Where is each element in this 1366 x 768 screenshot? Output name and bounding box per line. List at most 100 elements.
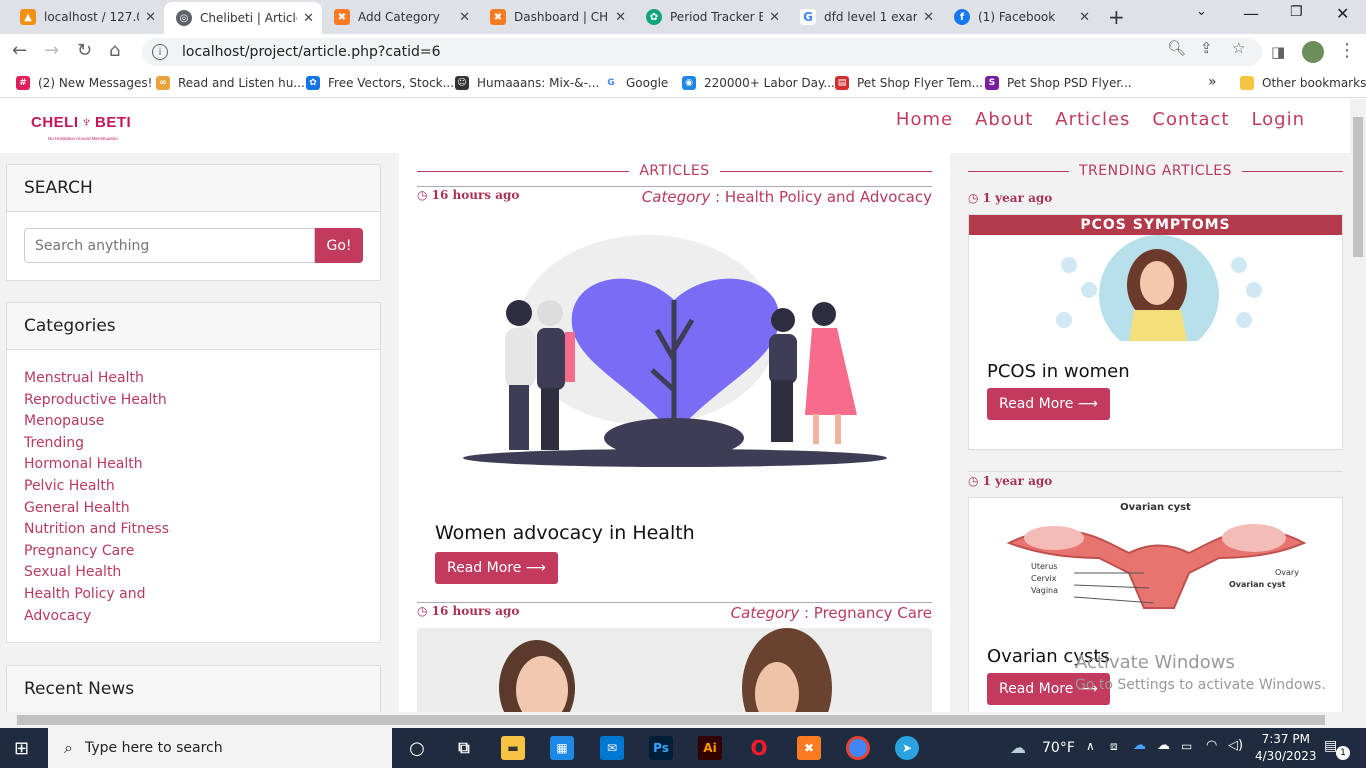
- category-link[interactable]: General Health: [24, 498, 363, 520]
- back-icon[interactable]: ←: [12, 40, 27, 61]
- bookmark-item[interactable]: ◉ 220000+ Labor Day...: [682, 76, 835, 90]
- profile-avatar[interactable]: [1302, 41, 1324, 63]
- tab-phpmyadmin[interactable]: ▲ localhost / 127.0.0 ✕: [8, 0, 164, 34]
- taskbar-search[interactable]: ⌕ Type here to search: [48, 728, 392, 768]
- category-link[interactable]: Pregnancy Care: [24, 541, 363, 563]
- tab-search-icon[interactable]: ⌄: [1196, 4, 1207, 19]
- store-icon[interactable]: ▦: [550, 736, 574, 760]
- scroll-thumb[interactable]: [17, 715, 1325, 725]
- cortana-icon[interactable]: ○: [405, 736, 429, 760]
- category-link[interactable]: Nutrition and Fitness: [24, 519, 363, 541]
- restore-icon[interactable]: ❐: [1290, 4, 1303, 20]
- ovarian-cyst-image[interactable]: Ovarian cyst Uterus Cervix Vagina Ovary …: [969, 498, 1342, 628]
- article-meta: ◷ 16 hours ago Category : Pregnancy Care: [417, 602, 932, 622]
- search-icon: ⌕: [64, 738, 73, 757]
- minimize-icon[interactable]: —: [1243, 4, 1259, 23]
- pcos-image[interactable]: PCOS SYMPTOMS: [969, 215, 1342, 355]
- bookmark-item[interactable]: G Google: [604, 76, 668, 90]
- close-icon[interactable]: ✕: [303, 11, 314, 26]
- category-link[interactable]: Hormonal Health: [24, 454, 363, 476]
- article-image[interactable]: [417, 210, 932, 510]
- horizontal-scrollbar[interactable]: [0, 712, 1366, 728]
- battery-icon[interactable]: ▭: [1181, 739, 1192, 753]
- nav-about[interactable]: About: [975, 109, 1033, 130]
- star-icon[interactable]: ☆: [1232, 39, 1245, 57]
- google-icon: G: [800, 9, 816, 25]
- bookmark-item[interactable]: ∞ Read and Listen hu...: [156, 76, 305, 90]
- read-more-button[interactable]: Read More ⟶: [435, 552, 558, 584]
- photoshop-icon[interactable]: Ps: [649, 736, 673, 760]
- category-link[interactable]: Health Policy and Advocacy: [24, 584, 164, 627]
- file-explorer-icon[interactable]: ▬: [501, 736, 525, 760]
- tab-facebook[interactable]: f (1) Facebook ✕: [942, 0, 1098, 34]
- info-icon[interactable]: i: [152, 44, 168, 60]
- nav-home[interactable]: Home: [896, 109, 953, 130]
- telegram-icon[interactable]: ➤: [895, 736, 919, 760]
- task-view-icon[interactable]: ⧉: [452, 736, 476, 760]
- bookmark-item[interactable]: ▤ Pet Shop Flyer Tem...: [835, 76, 983, 90]
- tab-period-tracker[interactable]: ✿ Period Tracker ER ✕: [634, 0, 788, 34]
- nav-contact[interactable]: Contact: [1152, 109, 1229, 130]
- category-link[interactable]: Pelvic Health: [24, 476, 363, 498]
- windows-start-icon[interactable]: ⊞: [14, 738, 29, 759]
- menu-icon[interactable]: ⋮: [1338, 40, 1356, 61]
- weather-temp[interactable]: 70°F: [1042, 740, 1075, 756]
- close-icon[interactable]: ✕: [1079, 10, 1090, 25]
- close-icon[interactable]: ✕: [923, 10, 934, 25]
- tab-add-category[interactable]: ✖ Add Category ✕: [322, 0, 478, 34]
- category-link[interactable]: Reproductive Health: [24, 390, 363, 412]
- illustrator-icon[interactable]: Ai: [698, 736, 722, 760]
- go-button[interactable]: Go!: [315, 228, 363, 263]
- tab-dashboard[interactable]: ✖ Dashboard | CHELIBETI ✕: [478, 0, 634, 34]
- tab-chelibeti[interactable]: ◎ Chelibeti | Articles ✕: [164, 2, 322, 34]
- trending-title[interactable]: PCOS in women: [987, 361, 1324, 382]
- system-clock[interactable]: 7:37 PM 4/30/2023: [1255, 731, 1317, 765]
- bookmark-item[interactable]: S Pet Shop PSD Flyer...: [985, 76, 1132, 90]
- nav-articles[interactable]: Articles: [1055, 109, 1130, 130]
- google-icon: G: [604, 76, 618, 90]
- humaaans-icon: ☺: [455, 76, 469, 90]
- new-tab-icon[interactable]: +: [1108, 5, 1125, 29]
- close-icon[interactable]: ✕: [459, 10, 470, 25]
- chevron-up-icon[interactable]: ∧: [1086, 739, 1095, 753]
- forward-icon[interactable]: →: [44, 40, 59, 61]
- bookmark-item[interactable]: ✿ Free Vectors, Stock...: [306, 76, 454, 90]
- articles-column: ARTICLES ◷ 16 hours ago Category : Healt…: [417, 153, 932, 712]
- zoom-icon[interactable]: 🔍︎: [1167, 39, 1186, 57]
- tray-icon[interactable]: ⧈: [1110, 739, 1118, 754]
- close-icon[interactable]: ✕: [615, 10, 626, 25]
- site-logo[interactable]: CHELI ♆ BETI: [31, 114, 131, 132]
- chrome-icon[interactable]: [846, 736, 870, 760]
- read-more-button[interactable]: Read More ⟶: [987, 388, 1110, 420]
- category-link[interactable]: Menstrual Health: [24, 368, 363, 390]
- mail-icon[interactable]: ✉: [600, 736, 624, 760]
- wifi-icon[interactable]: ◠: [1206, 738, 1217, 753]
- category-link[interactable]: Trending: [24, 433, 363, 455]
- onedrive-icon[interactable]: ☁: [1133, 738, 1146, 753]
- bookmark-item[interactable]: # (2) New Messages!: [16, 76, 152, 90]
- article-image[interactable]: [417, 628, 932, 712]
- close-icon[interactable]: ✕: [769, 10, 780, 25]
- bookmark-item[interactable]: ☺ Humaaans: Mix-&-...: [455, 76, 599, 90]
- close-window-icon[interactable]: ✕: [1336, 4, 1349, 23]
- nav-login[interactable]: Login: [1251, 109, 1305, 130]
- other-bookmarks[interactable]: Other bookmarks: [1240, 76, 1366, 90]
- home-icon[interactable]: ⌂: [109, 40, 120, 61]
- article-title[interactable]: Women advocacy in Health: [435, 522, 932, 544]
- onedrive-personal-icon[interactable]: ☁: [1157, 738, 1170, 753]
- opera-icon[interactable]: O: [747, 736, 771, 760]
- address-bar[interactable]: i localhost/project/article.php?catid=6: [142, 38, 1262, 66]
- category-link[interactable]: Menopause: [24, 411, 363, 433]
- category-link[interactable]: Sexual Health: [24, 562, 363, 584]
- scroll-thumb[interactable]: [1353, 117, 1363, 257]
- volume-icon[interactable]: ◁): [1228, 738, 1243, 753]
- share-icon[interactable]: ⇪: [1200, 39, 1213, 57]
- reload-icon[interactable]: ↻: [77, 40, 92, 61]
- xampp-icon[interactable]: ✖: [797, 736, 821, 760]
- search-input[interactable]: [24, 228, 315, 263]
- vertical-scrollbar[interactable]: [1350, 99, 1366, 712]
- tab-dfd[interactable]: G dfd level 1 example ✕: [788, 0, 942, 34]
- close-icon[interactable]: ✕: [145, 10, 156, 25]
- side-panel-icon[interactable]: ◨: [1271, 43, 1285, 61]
- more-bookmarks-icon[interactable]: »: [1208, 74, 1217, 90]
